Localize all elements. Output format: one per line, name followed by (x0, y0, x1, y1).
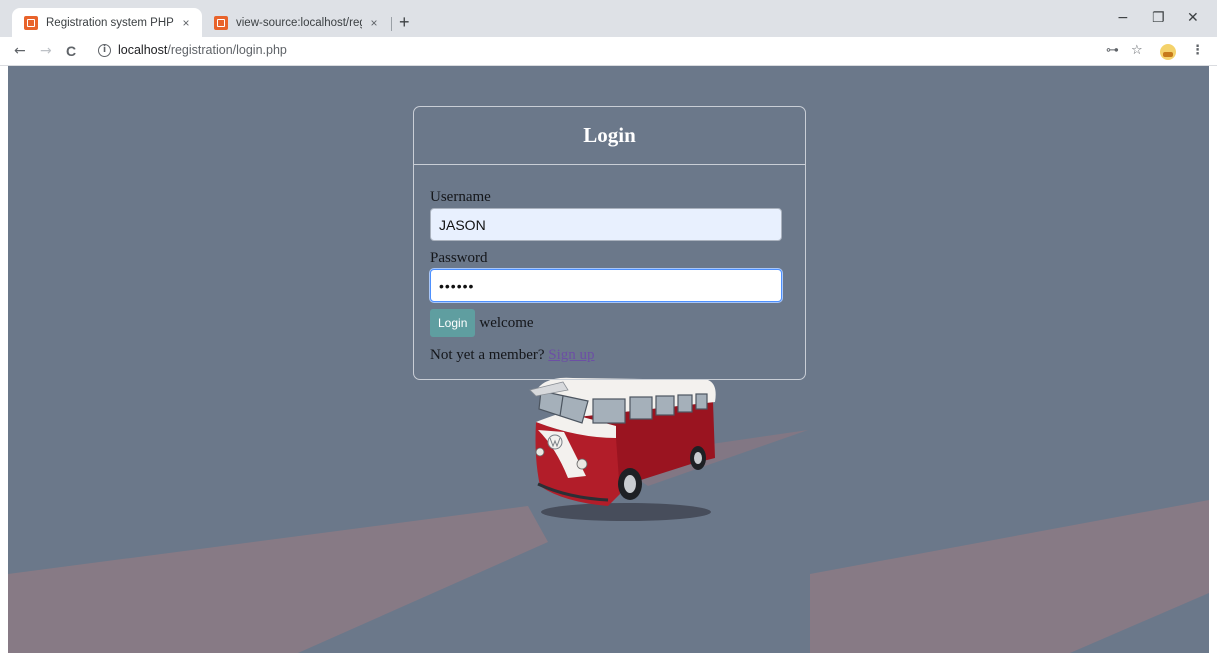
close-tab-icon[interactable]: × (178, 16, 194, 30)
browser-toolbar: ← → C i localhost/registration/login.php… (0, 37, 1217, 66)
xampp-favicon-icon (214, 15, 228, 30)
page-title: Login (583, 123, 636, 147)
left-light-beam (8, 506, 548, 653)
signup-prompt: Not yet a member? Sign up (430, 347, 781, 364)
login-form: Username Password Login welcome Not yet … (414, 165, 805, 364)
url-path: /registration/login.php (167, 43, 287, 57)
maximize-button[interactable]: ❐ (1152, 10, 1165, 26)
minimize-button[interactable]: − (1117, 10, 1129, 26)
tab-view-source[interactable]: view-source:localhost/registratio × (202, 8, 390, 37)
card-header: Login (414, 107, 805, 165)
browser-tab-strip: Registration system PHP and My × view-so… (0, 0, 1217, 37)
password-label: Password (430, 250, 488, 266)
close-tab-icon[interactable]: × (366, 16, 382, 30)
reload-button[interactable]: C (66, 42, 76, 60)
tab-title: Registration system PHP and My (46, 16, 174, 29)
login-card: Login Username Password Login welcome No… (413, 106, 806, 380)
username-input[interactable] (430, 208, 782, 241)
new-tab-button[interactable]: + (399, 13, 410, 31)
vw-bus-illustration (529, 377, 716, 506)
bus-shadow (541, 503, 711, 521)
tab-title: view-source:localhost/registratio (236, 16, 362, 29)
page-viewport: Login Username Password Login welcome No… (8, 66, 1209, 653)
key-icon[interactable]: ⊶ (1106, 42, 1119, 60)
xampp-favicon-icon (24, 15, 38, 30)
welcome-text: welcome (479, 314, 534, 331)
bookmark-star-icon[interactable]: ☆ (1131, 42, 1143, 60)
forward-button[interactable]: → (40, 42, 52, 60)
back-button[interactable]: ← (14, 42, 26, 60)
signup-prompt-text: Not yet a member? (430, 347, 545, 363)
close-window-button[interactable]: ✕ (1187, 10, 1199, 26)
url-host: localhost (118, 43, 168, 57)
profile-avatar-icon[interactable] (1160, 44, 1176, 60)
signup-link[interactable]: Sign up (548, 347, 594, 363)
menu-icon[interactable]: ⋮ (1191, 42, 1204, 60)
info-icon[interactable]: i (98, 44, 111, 57)
username-label: Username (430, 189, 491, 205)
address-bar[interactable]: i localhost/registration/login.php (88, 39, 1098, 63)
login-button[interactable]: Login (430, 309, 476, 337)
url-text[interactable]: localhost/registration/login.php (118, 43, 287, 57)
right-light-beam (810, 500, 1209, 653)
password-input[interactable] (430, 269, 782, 302)
login-actions: Login welcome (430, 309, 781, 337)
tab-registration-system[interactable]: Registration system PHP and My × (12, 8, 202, 37)
tab-divider (391, 17, 392, 31)
